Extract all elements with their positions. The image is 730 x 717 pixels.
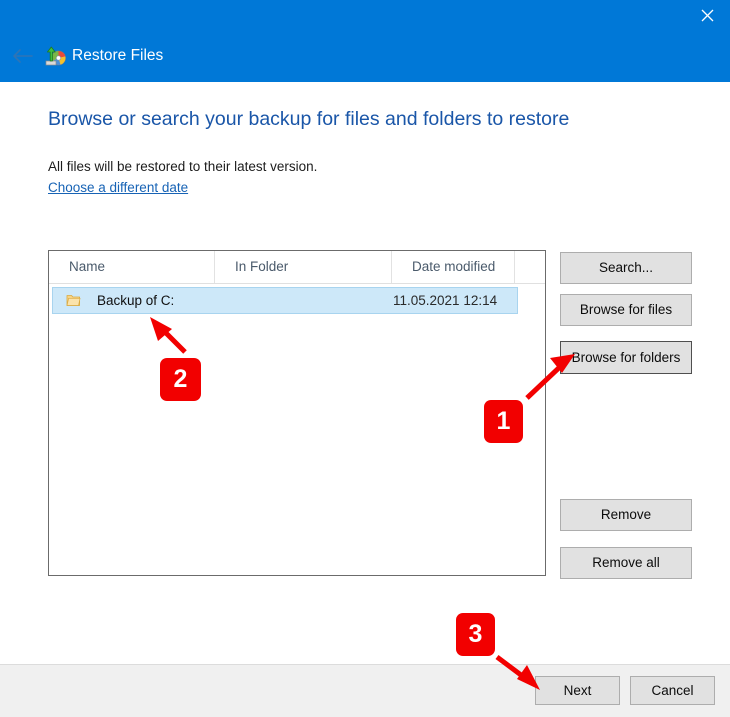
- close-button[interactable]: [684, 0, 730, 30]
- row-cell-name: Backup of C:: [97, 293, 175, 308]
- search-button[interactable]: Search...: [560, 252, 692, 284]
- annotation-badge-2: 2: [160, 358, 201, 401]
- row-cell-date-modified: 11.05.2021 12:14: [393, 293, 498, 308]
- table-row-backup-of-c[interactable]: Backup of C: 11.05.2021 12:14: [52, 287, 518, 314]
- close-icon: [701, 9, 713, 21]
- folder-icon: [66, 293, 81, 308]
- column-header-spacer: [515, 251, 545, 283]
- back-arrow-icon: [13, 49, 33, 63]
- footer-bar: [0, 664, 730, 717]
- page-title: Browse or search your backup for files a…: [48, 108, 570, 130]
- back-button[interactable]: [6, 42, 38, 70]
- annotation-badge-1: 1: [484, 400, 523, 443]
- column-header-in-folder[interactable]: In Folder: [215, 251, 392, 283]
- restore-files-icon: [44, 45, 66, 67]
- title-bar: Restore Files: [0, 0, 730, 82]
- file-list[interactable]: Name In Folder Date modified Backup of C…: [48, 250, 546, 576]
- page-subtext: All files will be restored to their late…: [48, 159, 318, 174]
- remove-all-button[interactable]: Remove all: [560, 547, 692, 579]
- column-header-name[interactable]: Name: [49, 251, 215, 283]
- browse-for-files-button[interactable]: Browse for files: [560, 294, 692, 326]
- annotation-badge-3: 3: [456, 613, 495, 656]
- list-column-headers: Name In Folder Date modified: [49, 251, 545, 284]
- column-header-date-modified[interactable]: Date modified: [392, 251, 515, 283]
- next-button[interactable]: Next: [535, 676, 620, 705]
- remove-button[interactable]: Remove: [560, 499, 692, 531]
- window-title: Restore Files: [72, 47, 164, 64]
- browse-for-folders-button[interactable]: Browse for folders: [560, 341, 692, 374]
- cancel-button[interactable]: Cancel: [630, 676, 715, 705]
- choose-different-date-link[interactable]: Choose a different date: [48, 180, 188, 195]
